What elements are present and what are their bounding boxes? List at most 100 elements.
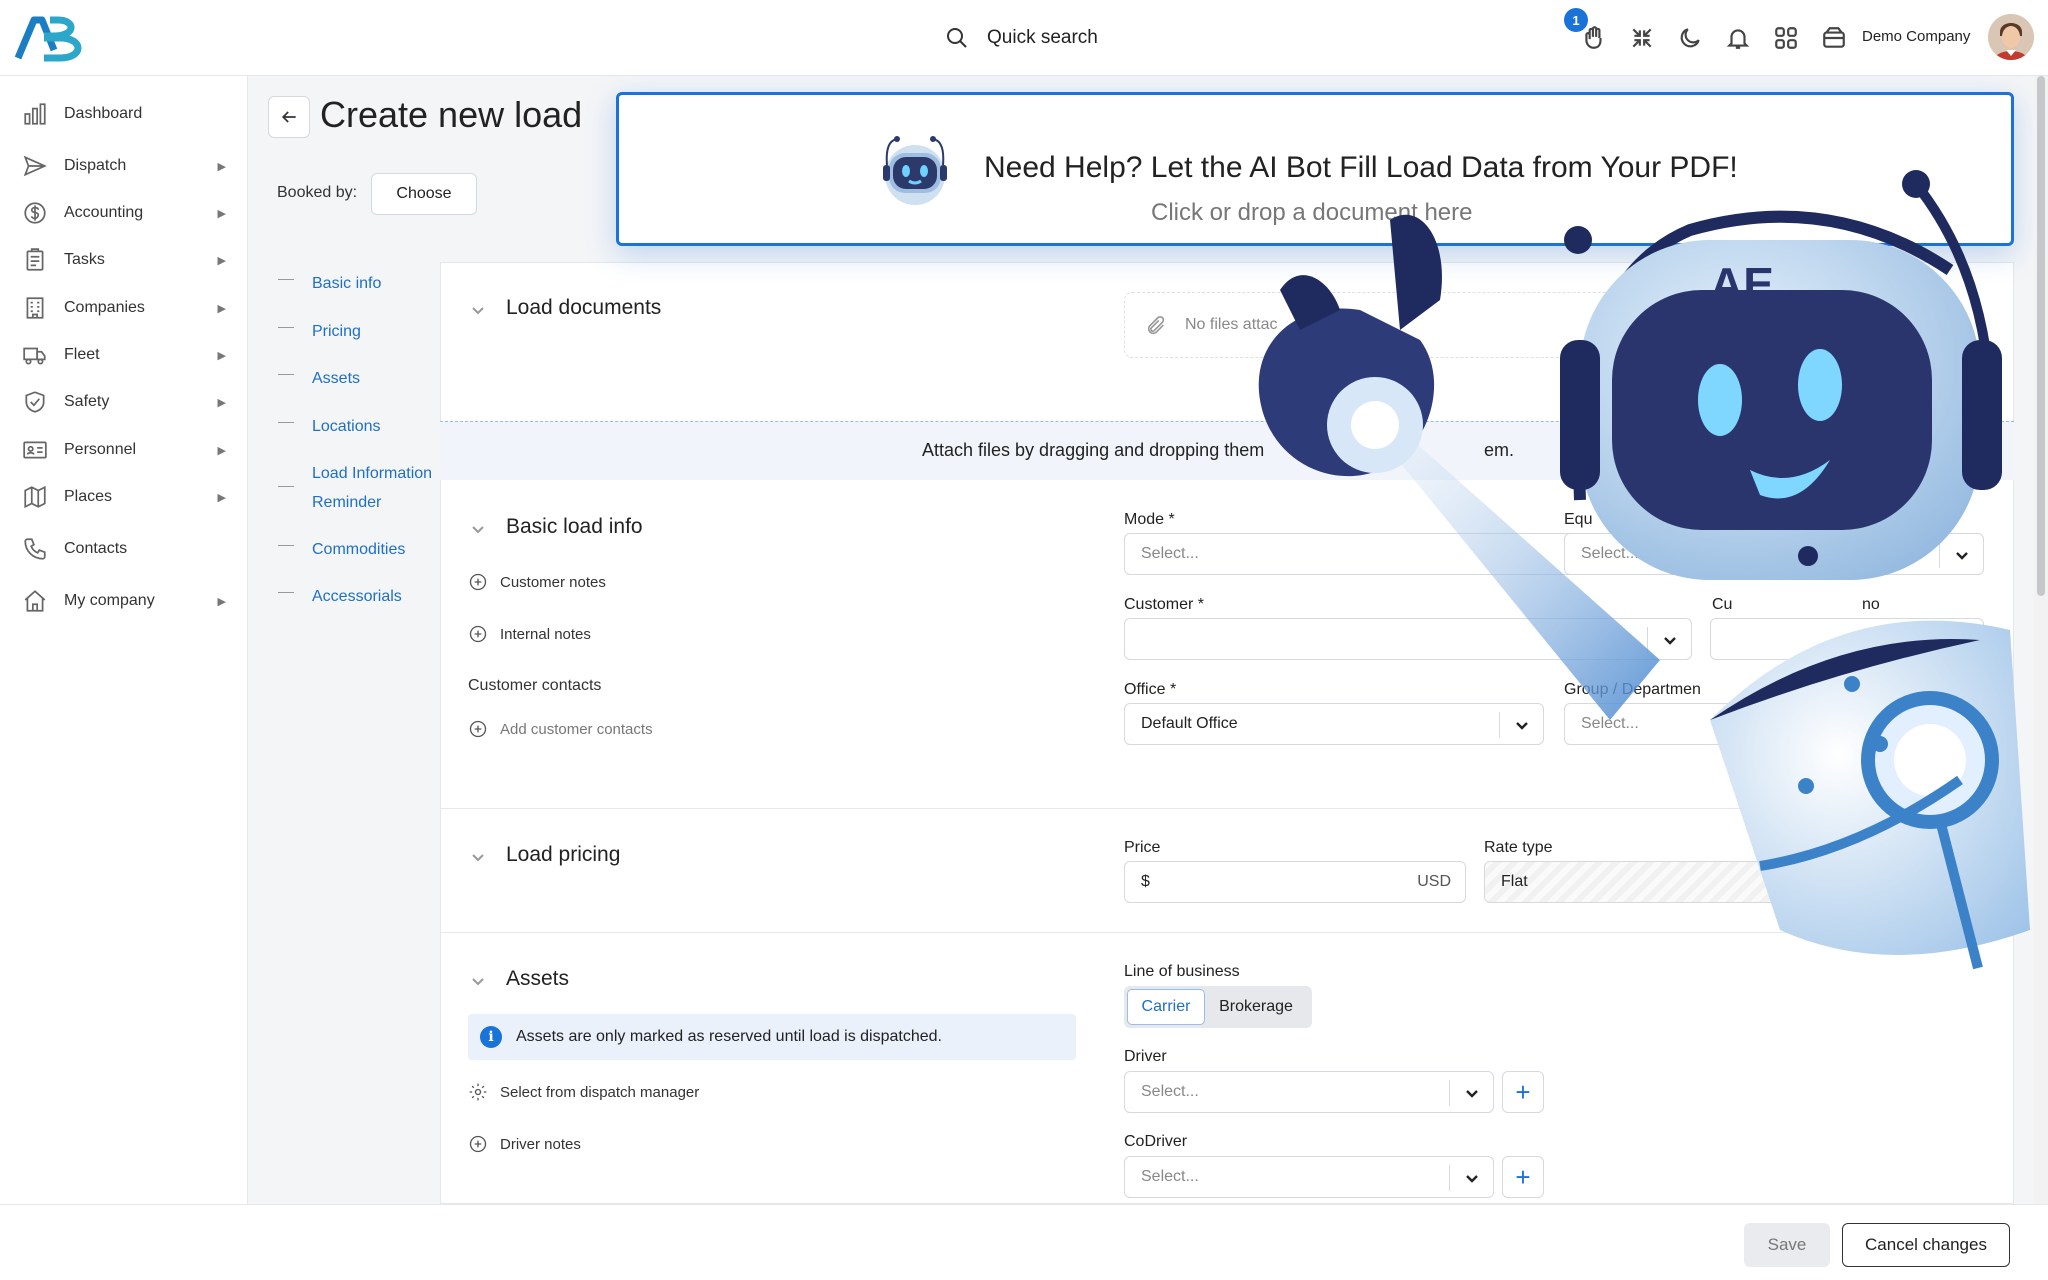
plus-circle-icon [469, 1135, 487, 1153]
toc-label: Pricing [312, 323, 361, 340]
rate-type-select[interactable]: Flat [1484, 861, 1984, 903]
codriver-select[interactable]: Select... [1124, 1156, 1494, 1198]
office-value: Default Office [1141, 715, 1238, 732]
sidebar-item-label: Tasks [64, 251, 105, 268]
toc-dash [278, 592, 294, 593]
section-basic-info[interactable]: Basic load info [470, 515, 643, 539]
sidebar-item-companies[interactable]: Companies ▶ [0, 288, 248, 328]
driver-notes-toggle[interactable]: Driver notes [468, 1134, 581, 1154]
sidebar-item-accounting[interactable]: Accounting ▶ [0, 193, 248, 233]
customer-contacts-heading: Customer contacts [468, 677, 602, 694]
truck-icon [23, 347, 46, 365]
toc-dash [278, 279, 294, 280]
toc-item-accessorials[interactable]: Accessorials [278, 582, 402, 611]
hand-icon[interactable]: 1 [1564, 8, 1608, 58]
section-load-documents[interactable]: Load documents [470, 296, 661, 320]
toc-item-load-information-reminder[interactable]: Load Information Reminder [278, 459, 448, 517]
add-customer-contacts-label: Add customer contacts [500, 720, 653, 738]
sidebar-item-safety[interactable]: Safety ▶ [0, 382, 248, 422]
chevron-down-icon [1449, 1165, 1493, 1191]
file-drop-strip[interactable]: Attach files by dragging and dropping th… [440, 421, 2014, 480]
sidebar-item-places[interactable]: Places ▶ [0, 477, 248, 517]
chevron-down-icon [470, 847, 486, 863]
sidebar-item-contacts[interactable]: Contacts [0, 529, 248, 569]
select-from-dispatch-button[interactable]: Select from dispatch manager [468, 1082, 699, 1102]
customer-notes-toggle[interactable]: Customer notes [468, 572, 606, 592]
moon-icon[interactable] [1676, 18, 1704, 58]
notification-badge: 1 [1564, 8, 1588, 32]
rate-type-value: Flat [1501, 873, 1528, 890]
toc-item-basic-info[interactable]: Basic info [278, 269, 381, 298]
chevron-down-icon [470, 971, 486, 987]
choose-booker-button[interactable]: Choose [371, 173, 477, 215]
customer-ref-label-tail: no [1862, 596, 1880, 613]
robot-icon [883, 136, 947, 205]
sidebar-item-tasks[interactable]: Tasks ▶ [0, 240, 248, 280]
toc-item-assets[interactable]: Assets [278, 364, 360, 393]
toc-label: Basic info [312, 275, 382, 292]
toc-item-locations[interactable]: Locations [278, 412, 381, 441]
driver-notes-label: Driver notes [500, 1135, 581, 1153]
expand-arrow-icon: ▶ [217, 349, 226, 362]
apps-grid-icon[interactable] [1772, 18, 1800, 58]
line-of-business-label: Line of business [1124, 963, 1240, 980]
chevron-down-icon [1939, 542, 1983, 568]
page-scrollbar[interactable] [2034, 76, 2048, 1204]
top-header: Quick search 1 Demo Company [0, 0, 2048, 76]
no-files-text: No files attac [1185, 316, 1278, 333]
files-dropzone[interactable]: No files attac [1124, 292, 1784, 358]
add-customer-contacts-button[interactable]: Add customer contacts [468, 719, 653, 739]
bell-icon[interactable] [1724, 18, 1752, 58]
map-icon [24, 485, 46, 509]
plus-circle-icon [469, 720, 487, 738]
company-name[interactable]: Demo Company [1862, 28, 1970, 45]
save-button[interactable]: Save [1744, 1223, 1830, 1267]
quick-search-label: Quick search [987, 27, 1098, 48]
section-pricing[interactable]: Load pricing [470, 843, 620, 867]
customer-select[interactable] [1124, 618, 1692, 660]
toc-label: Locations [312, 418, 381, 435]
cancel-changes-button[interactable]: Cancel changes [1842, 1223, 2010, 1267]
app-logo[interactable] [14, 14, 94, 62]
office-select[interactable]: Default Office [1124, 703, 1544, 745]
ai-document-dropzone[interactable]: Need Help? Let the AI Bot Fill Load Data… [616, 92, 2014, 246]
avatar[interactable] [1988, 14, 2034, 60]
add-codriver-button[interactable]: + [1502, 1156, 1544, 1198]
customer-ref-input[interactable] [1710, 618, 1984, 660]
ai-banner-headline: Need Help? Let the AI Bot Fill Load Data… [984, 151, 1738, 184]
wallet-icon[interactable] [1820, 18, 1848, 58]
compress-icon[interactable] [1628, 18, 1656, 58]
equipment-select[interactable]: Select... [1564, 533, 1984, 575]
toc-dash [278, 422, 294, 423]
group-select[interactable]: Select... [1564, 703, 1984, 745]
sidebar-item-my-company[interactable]: My company ▶ [0, 581, 248, 621]
back-button[interactable] [268, 96, 310, 138]
sidebar-item-personnel[interactable]: Personnel ▶ [0, 430, 248, 470]
scrollbar-thumb[interactable] [2037, 76, 2045, 596]
drop-instructions-tail: em. [1484, 440, 1515, 460]
lob-brokerage-option[interactable]: Brokerage [1205, 989, 1307, 1025]
internal-notes-toggle[interactable]: Internal notes [468, 624, 591, 644]
sidebar-item-dispatch[interactable]: Dispatch ▶ [0, 146, 248, 186]
sidebar-item-label: Accounting [64, 204, 144, 221]
toc-dash [278, 327, 294, 328]
sidebar-item-label: Dashboard [64, 105, 143, 122]
section-divider [440, 932, 2014, 933]
price-input[interactable]: $ USD [1124, 861, 1466, 903]
customer-notes-label: Customer notes [500, 573, 606, 591]
section-assets[interactable]: Assets [470, 967, 569, 991]
equipment-placeholder: Select... [1581, 545, 1639, 562]
chevron-down-icon [1449, 1080, 1493, 1106]
add-driver-button[interactable]: + [1502, 1071, 1544, 1113]
section-title: Load documents [506, 296, 662, 319]
toc-label: Accessorials [312, 588, 402, 605]
sidebar-item-dashboard[interactable]: Dashboard [0, 94, 248, 134]
toc-item-commodities[interactable]: Commodities [278, 535, 405, 564]
lob-carrier-option[interactable]: Carrier [1127, 989, 1205, 1025]
sidebar-item-fleet[interactable]: Fleet ▶ [0, 335, 248, 375]
driver-select[interactable]: Select... [1124, 1071, 1494, 1113]
toc-item-pricing[interactable]: Pricing [278, 317, 361, 346]
drop-instructions: Attach files by dragging and dropping th… [922, 440, 1265, 460]
booked-by-label: Booked by: [277, 184, 358, 201]
quick-search[interactable]: Quick search [945, 22, 1098, 54]
